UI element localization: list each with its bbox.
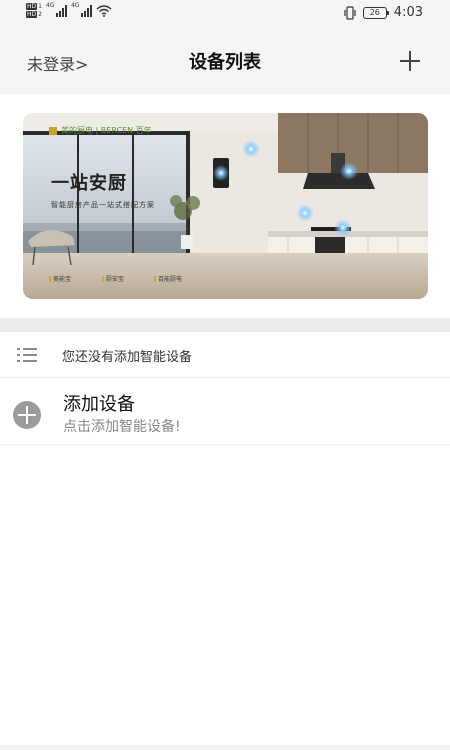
hd-badge: HD [26, 3, 38, 10]
add-device-row[interactable]: 添加设备 点击添加智能设备! [0, 379, 450, 445]
promo-banner[interactable]: 美的厨电 | BERCEN 百年 一站安厨 智能厨房产品一站式搭配方案 美能宝 … [23, 113, 428, 299]
nav-header: 未登录> 设备列表 [0, 28, 450, 94]
banner-subtitle: 智能厨房产品一站式搭配方案 [51, 201, 155, 209]
status-bar: HD 1 HD 2 4G 4G 26 4:03 [0, 0, 450, 28]
banner-feature: 百能厨电 [154, 274, 182, 283]
signal-icon: 4G [46, 2, 67, 17]
empty-device-notice: 您还没有添加智能设备 [0, 332, 450, 378]
signal-icon: 4G [71, 2, 92, 17]
clock: 4:03 [393, 5, 423, 20]
brand-name: 美的厨电 | BERCEN 百年 [61, 126, 152, 135]
sim-number: 2 [38, 11, 42, 18]
empty-device-text: 您还没有添加智能设备 [62, 350, 193, 365]
list-icon [17, 348, 37, 362]
status-right-icons: 26 4:03 [344, 5, 423, 20]
banner-headline: 一站安厨 智能厨房产品一站式搭配方案 [51, 169, 155, 210]
hd-badge: HD [26, 11, 38, 18]
banner-feature: 美能宝 [49, 274, 71, 283]
banner-feature: 厨安宝 [102, 274, 124, 283]
wifi-icon [96, 4, 112, 17]
add-device-subtitle: 点击添加智能设备! [63, 419, 181, 435]
brand-logo-icon [49, 126, 57, 135]
banner-title: 一站安厨 [51, 173, 127, 194]
vibrate-icon [344, 5, 356, 20]
add-icon[interactable] [400, 51, 420, 71]
section-divider [0, 318, 450, 332]
status-left-icons: HD 1 HD 2 4G 4G [26, 2, 112, 18]
brand-logo: 美的厨电 | BERCEN 百年 [49, 125, 152, 136]
page-title: 设备列表 [189, 52, 261, 73]
dual-sim-indicator: HD 1 HD 2 [26, 3, 42, 18]
battery-icon: 26 [362, 6, 389, 19]
add-device-title: 添加设备 [63, 394, 135, 415]
add-circle-icon[interactable] [13, 401, 41, 429]
bottom-edge [0, 745, 450, 750]
sim-number: 1 [38, 3, 42, 10]
